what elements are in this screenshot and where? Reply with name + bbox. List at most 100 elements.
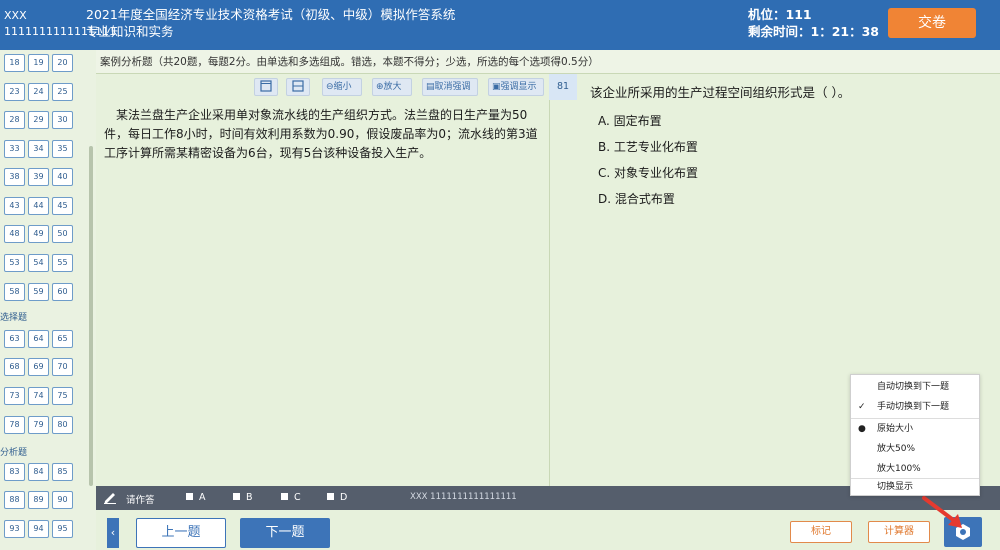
question-navigator: 18 19 20 23 24 25 28 29 30 33 34 35 38 39 40 43 44 45 48 49… (0, 50, 96, 550)
question-number-button[interactable]: 54 (28, 254, 49, 272)
question-number-button[interactable]: 93 (4, 520, 25, 538)
checkbox-d[interactable] (327, 493, 334, 500)
question-number-button[interactable]: 19 (28, 54, 49, 72)
question-number-button[interactable]: 63 (4, 330, 25, 348)
zoom-out-button[interactable]: ⊖缩小 (322, 78, 362, 96)
zoom-out-label: 缩小 (333, 82, 352, 92)
question-number-button[interactable]: 59 (28, 283, 49, 301)
question-number-button[interactable]: 29 (28, 111, 49, 129)
question-number-button[interactable]: 39 (28, 168, 49, 186)
question-number-button[interactable]: 64 (28, 330, 49, 348)
checkbox-b[interactable] (233, 493, 240, 500)
menu-item-original-size[interactable]: ● 原始大小 (851, 419, 979, 439)
zoom-in-label: 放大 (383, 82, 402, 92)
answer-choice-a[interactable]: A (186, 492, 206, 503)
mark-question-button[interactable]: 标记 (790, 521, 852, 543)
question-number-button[interactable]: 44 (28, 197, 49, 215)
question-number-button[interactable]: 68 (4, 358, 25, 376)
zoom-in-icon: ⊕ (376, 82, 384, 92)
question-number-button[interactable]: 48 (4, 225, 25, 243)
question-number-button[interactable]: 49 (28, 225, 49, 243)
question-number-button[interactable]: 74 (28, 387, 49, 405)
question-number-button[interactable]: 40 (52, 168, 73, 186)
question-number-button[interactable]: 34 (28, 140, 49, 158)
question-number-button[interactable]: 23 (4, 83, 25, 101)
question-number-button[interactable]: 90 (52, 491, 73, 509)
question-number-button[interactable]: 38 (4, 168, 25, 186)
question-number-button[interactable]: 28 (4, 111, 25, 129)
answer-choice-b[interactable]: B (233, 492, 253, 503)
option-b[interactable]: B. 工艺专业化布置 (598, 138, 698, 155)
question-number-button[interactable]: 65 (52, 330, 73, 348)
answer-choice-c-label: C (294, 492, 301, 503)
previous-question-button[interactable]: 上一题 (136, 518, 226, 548)
exam-title: 2021年度全国经济专业技术资格考试（初级、中级）模拟作答系统 (86, 7, 456, 22)
question-number-button[interactable]: 89 (28, 491, 49, 509)
question-number-button[interactable]: 75 (52, 387, 73, 405)
menu-label-zoom-100: 放大100% (877, 464, 921, 474)
question-number-button[interactable]: 85 (52, 463, 73, 481)
pen-icon (104, 493, 116, 504)
zoom-out-icon: ⊖ (326, 82, 334, 92)
single-pane-icon (260, 80, 272, 92)
highlight-show-button[interactable]: ▣强调显示 (488, 78, 544, 96)
chevron-left-icon: ‹ (110, 526, 116, 539)
answer-choice-c[interactable]: C (281, 492, 301, 503)
menu-item-toggle-display[interactable]: 切换显示 (851, 477, 979, 497)
answer-choice-d[interactable]: D (327, 492, 347, 503)
sidebar-scrollbar[interactable] (89, 146, 93, 486)
red-arrow-icon (922, 496, 962, 528)
question-number-button[interactable]: 73 (4, 387, 25, 405)
question-number-button[interactable]: 94 (28, 520, 49, 538)
seat-timer-block: 机位：111 剩余时间：1：21：38 (748, 6, 879, 40)
question-number-button[interactable]: 95 (52, 520, 73, 538)
menu-item-manual-next[interactable]: ✓ 手动切换到下一题 (851, 397, 979, 417)
question-number-button[interactable]: 78 (4, 416, 25, 434)
question-number-button[interactable]: 84 (28, 463, 49, 481)
checkbox-a[interactable] (186, 493, 193, 500)
question-number-button[interactable]: 58 (4, 283, 25, 301)
menu-label-auto-next: 自动切换到下一题 (877, 382, 950, 392)
question-number-button[interactable]: 30 (52, 111, 73, 129)
question-number-button[interactable]: 70 (52, 358, 73, 376)
question-number-button[interactable]: 88 (4, 491, 25, 509)
cancel-highlight-button[interactable]: ▤取消强调 (422, 78, 478, 96)
option-a[interactable]: A. 固定布置 (598, 112, 662, 129)
material-toolbar: ⊖缩小 ⊕放大 ▤取消强调 ▣强调显示 (96, 74, 550, 100)
case-material-text: 某法兰盘生产企业采用单对象流水线的生产组织方式。法兰盘的日生产量为50件，每日工… (104, 108, 538, 160)
menu-label-zoom-50: 放大50% (877, 444, 916, 454)
question-number-button[interactable]: 55 (52, 254, 73, 272)
single-pane-layout-button[interactable] (254, 78, 278, 96)
seat-label: 机位：111 (748, 7, 812, 22)
question-number-button[interactable]: 43 (4, 197, 25, 215)
menu-item-zoom-100[interactable]: 放大100% (851, 459, 979, 479)
question-number-button[interactable]: 20 (52, 54, 73, 72)
question-number-button[interactable]: 80 (52, 416, 73, 434)
option-c[interactable]: C. 对象专业化布置 (598, 164, 698, 181)
question-number-button[interactable]: 53 (4, 254, 25, 272)
time-remaining: 剩余时间：1：21：38 (748, 24, 879, 39)
option-d[interactable]: D. 混合式布置 (598, 190, 675, 207)
split-pane-layout-button[interactable] (286, 78, 310, 96)
question-number-button[interactable]: 83 (4, 463, 25, 481)
menu-item-zoom-50[interactable]: 放大50% (851, 439, 979, 459)
collapse-sidebar-button[interactable]: ‹ (107, 518, 119, 548)
checkbox-c[interactable] (281, 493, 288, 500)
question-number-button[interactable]: 33 (4, 140, 25, 158)
question-number-button[interactable]: 45 (52, 197, 73, 215)
question-number-button[interactable]: 60 (52, 283, 73, 301)
answer-prompt: 请作答 (126, 495, 155, 506)
question-number-button[interactable]: 79 (28, 416, 49, 434)
menu-label-toggle-display: 切换显示 (877, 482, 914, 492)
question-number-button[interactable]: 69 (28, 358, 49, 376)
question-number-button[interactable]: 25 (52, 83, 73, 101)
question-number-button[interactable]: 50 (52, 225, 73, 243)
zoom-in-button[interactable]: ⊕放大 (372, 78, 412, 96)
next-question-button[interactable]: 下一题 (240, 518, 330, 548)
highlight-show-label: 强调显示 (500, 82, 537, 92)
submit-exam-button[interactable]: 交卷 (888, 8, 976, 38)
menu-item-auto-next[interactable]: 自动切换到下一题 (851, 377, 979, 397)
question-number-button[interactable]: 18 (4, 54, 25, 72)
question-number-button[interactable]: 35 (52, 140, 73, 158)
question-number-button[interactable]: 24 (28, 83, 49, 101)
